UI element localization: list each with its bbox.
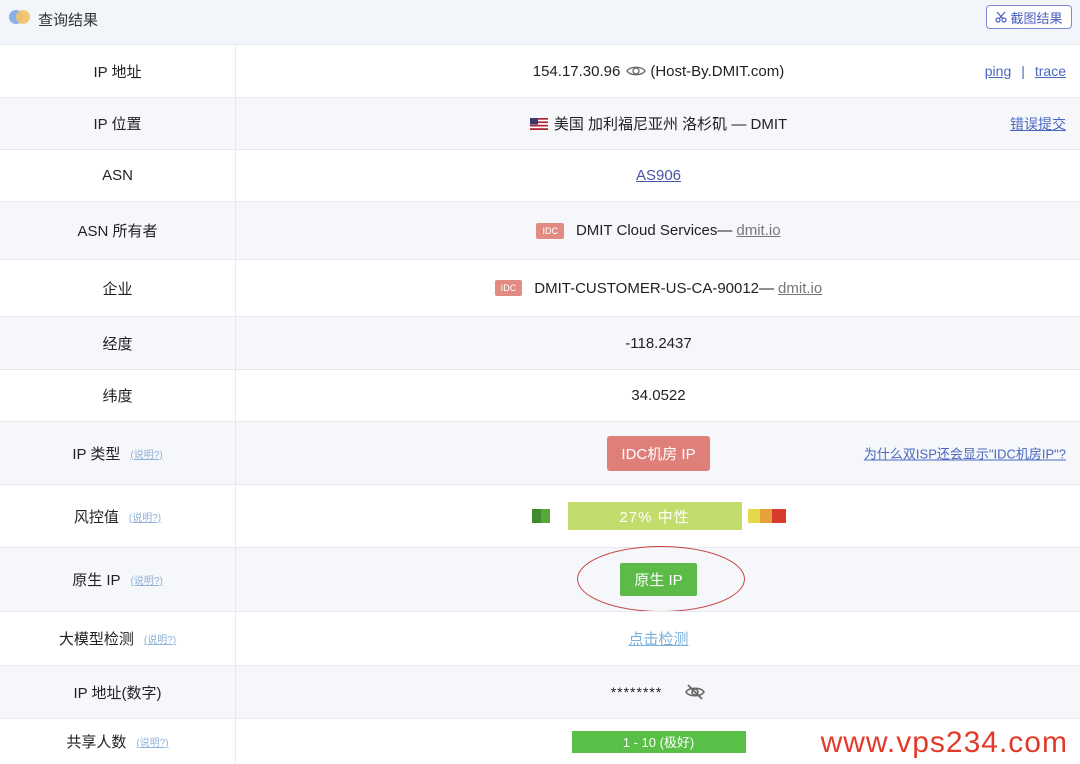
links-separator: | <box>1021 63 1025 79</box>
us-flag-icon <box>529 117 548 130</box>
latitude-value: 34.0522 <box>631 387 686 404</box>
asn-owner-domain-link[interactable]: dmit.io <box>736 222 780 239</box>
row-ip-type: IP 类型 (说明?) IDC机房 IP 为什么双ISP还会显示"IDC机房IP… <box>0 421 1080 484</box>
row-latitude: 纬度 34.0522 <box>0 369 1080 421</box>
ip-location-value-cell: 美国 加利福尼亚州 洛杉矶 — DMIT <box>237 98 1080 149</box>
row-longitude: 经度 -118.2437 <box>0 316 1080 369</box>
ip-type-label-cell: IP 类型 (说明?) <box>0 422 236 484</box>
trace-link[interactable]: trace <box>1035 63 1066 79</box>
ip-address-value-cell: 154.17.30.96 (Host-By.DMIT.com) <box>237 45 1080 97</box>
shared-label-cell: 共享人数 (说明?) <box>0 719 236 764</box>
ip-numeric-masked: ******** <box>610 684 663 700</box>
ping-link[interactable]: ping <box>985 63 1011 79</box>
asn-link[interactable]: AS906 <box>636 167 681 184</box>
llm-label-cell: 大模型检测 (说明?) <box>0 612 236 665</box>
row-llm-detect: 大模型检测 (说明?) 点击检测 <box>0 611 1080 665</box>
watermark-text: www.vps234.com <box>820 726 1068 759</box>
asn-value-cell: AS906 <box>237 150 1080 201</box>
native-help-link[interactable]: (说明?) <box>131 572 163 587</box>
results-icon <box>9 10 31 24</box>
ip-tools: ping | trace <box>985 63 1066 79</box>
shared-label: 共享人数 <box>66 734 127 751</box>
row-organization: 企业 IDC DMIT-CUSTOMER-US-CA-90012— dmit.i… <box>0 259 1080 316</box>
ip-type-question-text[interactable]: 为什么双ISP还会显示"IDC机房IP"? <box>864 447 1066 462</box>
ip-numeric-value-cell: ******** <box>237 666 1080 718</box>
longitude-label: 经度 <box>0 317 236 369</box>
idc-badge: IDC <box>536 222 564 239</box>
scissors-icon <box>995 11 1008 23</box>
results-title: 查询结果 <box>38 12 99 29</box>
host-name: (Host-By.DMIT.com) <box>650 62 785 80</box>
latitude-label: 纬度 <box>0 370 236 421</box>
native-value-cell: 原生 IP <box>237 546 1080 612</box>
asn-owner-value-cell: IDC DMIT Cloud Services— dmit.io <box>237 202 1080 259</box>
organization-label: 企业 <box>0 260 236 316</box>
row-asn-owner: ASN 所有者 IDC DMIT Cloud Services— dmit.io <box>0 201 1080 259</box>
ip-numeric-label: IP 地址(数字) <box>0 666 236 718</box>
risk-value-cell: 27% 中性 <box>237 485 1080 547</box>
ip-type-label: IP 类型 <box>72 445 121 463</box>
row-ip-location: IP 位置 美国 加利福尼亚州 洛杉矶 — DMIT 错误提交 <box>0 97 1080 149</box>
screenshot-label: 截图结果 <box>1010 10 1063 26</box>
risk-label: 风控值 <box>73 508 119 526</box>
ip-location-label: IP 位置 <box>0 98 236 149</box>
risk-meter: 27% 中性 <box>531 502 786 530</box>
results-header: 查询结果 截图结果 <box>0 0 1080 44</box>
asn-label: ASN <box>0 150 236 201</box>
risk-segment <box>531 509 541 523</box>
ip-location-value: 美国 加利福尼亚州 洛杉矶 — DMIT <box>553 116 788 133</box>
row-ip-address: IP 地址 154.17.30.96 (Host-By.DMIT.com) pi… <box>0 44 1080 97</box>
shared-users-badge: 1 - 10 (极好) <box>571 730 746 753</box>
llm-value-cell: 点击检测 <box>237 612 1080 665</box>
risk-segment <box>540 509 550 523</box>
asn-owner-value: DMIT Cloud Services— <box>575 222 733 239</box>
row-asn: ASN AS906 <box>0 149 1080 201</box>
llm-label: 大模型检测 <box>58 631 134 648</box>
report-error-text[interactable]: 错误提交 <box>1010 116 1066 132</box>
ip-type-question-link[interactable]: 为什么双ISP还会显示"IDC机房IP"? <box>864 444 1066 463</box>
longitude-value: -118.2437 <box>625 334 692 352</box>
row-ip-numeric: IP 地址(数字) ******** <box>0 665 1080 718</box>
ip-type-help-link[interactable]: (说明?) <box>130 446 162 461</box>
ip-type-badge: IDC机房 IP <box>607 435 710 471</box>
ip-address-label: IP 地址 <box>0 45 236 97</box>
row-risk-score: 风控值 (说明?) 27% 中性 <box>0 484 1080 547</box>
eye-off-icon[interactable] <box>684 683 706 701</box>
organization-domain-link[interactable]: dmit.io <box>778 280 822 297</box>
risk-score-bar: 27% 中性 <box>567 502 742 530</box>
report-error-link[interactable]: 错误提交 <box>1010 114 1066 134</box>
screenshot-button[interactable]: 截图结果 <box>986 5 1072 29</box>
click-detect-link[interactable]: 点击检测 <box>628 628 688 649</box>
llm-help-link[interactable]: (说明?) <box>144 631 176 646</box>
native-ip-badge: 原生 IP <box>620 563 697 596</box>
ip-address-value[interactable]: 154.17.30.96 <box>533 63 621 80</box>
native-label-cell: 原生 IP (说明?) <box>0 548 236 611</box>
organization-value: DMIT-CUSTOMER-US-CA-90012— <box>534 279 775 297</box>
risk-label-cell: 风控值 (说明?) <box>0 485 236 547</box>
risk-segment <box>771 509 786 523</box>
eye-icon[interactable] <box>626 64 647 78</box>
asn-owner-label: ASN 所有者 <box>0 202 236 259</box>
native-label: 原生 IP <box>72 572 121 589</box>
risk-segment <box>759 509 772 523</box>
risk-segment <box>747 509 760 523</box>
organization-value-cell: IDC DMIT-CUSTOMER-US-CA-90012— dmit.io <box>237 260 1080 316</box>
row-native-ip: 原生 IP (说明?) 原生 IP <box>0 546 1080 612</box>
shared-help-link[interactable]: (说明?) <box>136 734 168 749</box>
risk-help-link[interactable]: (说明?) <box>129 509 161 524</box>
idc-badge: IDC <box>494 280 523 296</box>
